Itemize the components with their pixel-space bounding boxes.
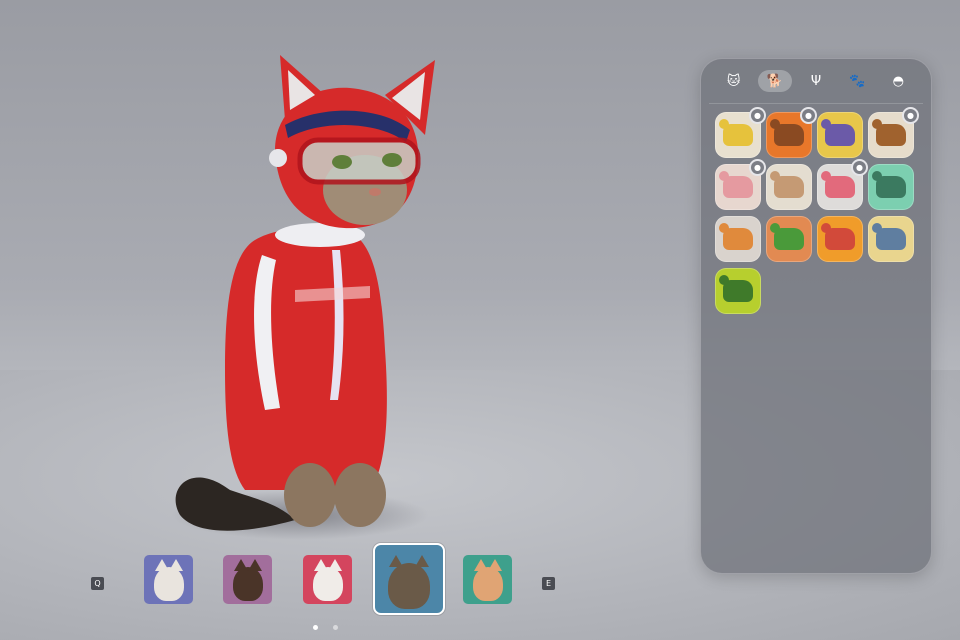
- pig-outfit-item[interactable]: ●: [715, 159, 766, 210]
- helmet-side-button: [269, 149, 287, 167]
- fox-outfit-icon: [719, 223, 753, 250]
- owned-cat-badge-icon: ●: [851, 159, 868, 176]
- chick-outfit-item[interactable]: ●: [715, 107, 766, 158]
- owned-cat-badge-icon: ●: [749, 107, 766, 124]
- tabby-cat-face: [388, 555, 430, 609]
- lobster-outfit-icon: [821, 223, 855, 250]
- paw-icon[interactable]: 🐾: [840, 70, 874, 92]
- puppy-outfit-icon: [872, 119, 906, 146]
- cat-head-icon[interactable]: 🐱: [717, 70, 751, 92]
- frog-outfit-item[interactable]: [766, 216, 812, 262]
- tortoiseshell-cat-thumbnail[interactable]: [223, 555, 272, 604]
- cat-paw-left: [284, 463, 336, 527]
- owned-cat-badge-icon: ●: [749, 159, 766, 176]
- tabby-cat-thumbnail[interactable]: [373, 543, 445, 615]
- cat-paw-right: [334, 463, 386, 527]
- ragdoll-cat-face: [153, 559, 184, 601]
- white-persian-cat-face: [312, 559, 343, 601]
- elephant-outfit-item[interactable]: [868, 216, 914, 262]
- cat-character[interactable]: [170, 50, 460, 540]
- pink-pig-outfit-item[interactable]: ●: [817, 159, 868, 210]
- turtle-outfit-icon: [872, 171, 906, 198]
- dog-sitting-icon[interactable]: 🐕: [757, 70, 792, 92]
- elephant-outfit-icon: [872, 223, 906, 250]
- outfit-grid: ● ● ● ● ●: [701, 104, 931, 322]
- antler-icon[interactable]: Ψ: [799, 70, 833, 92]
- hamster-outfit-item[interactable]: [766, 164, 812, 210]
- frog-outfit-icon: [770, 223, 804, 250]
- outfit-panel: 🐱 🐕 Ψ 🐾 ◓ ● ● ● ● ●: [700, 58, 932, 574]
- prev-key-hint[interactable]: Q: [91, 577, 104, 590]
- white-persian-cat-thumbnail[interactable]: [303, 555, 352, 604]
- bear-outfit-icon: [770, 119, 804, 146]
- category-tabs: 🐱 🐕 Ψ 🐾 ◓: [701, 59, 931, 103]
- owned-cat-badge-icon: ●: [902, 107, 919, 124]
- ragdoll-cat-thumbnail[interactable]: [144, 555, 193, 604]
- pink-pig-outfit-icon: [821, 171, 855, 198]
- next-key-hint[interactable]: E: [542, 577, 555, 590]
- dino-outfit-icon: [821, 119, 855, 146]
- page-dot[interactable]: [333, 625, 338, 630]
- turtle-outfit-item[interactable]: [868, 164, 914, 210]
- fox-outfit-item[interactable]: [715, 216, 761, 262]
- puppy-outfit-item[interactable]: ●: [868, 107, 919, 158]
- green-frog-outfit-item[interactable]: [715, 268, 761, 314]
- lobster-outfit-item[interactable]: [817, 216, 863, 262]
- racing-suit-body: [225, 228, 387, 490]
- bear-outfit-item[interactable]: ●: [766, 107, 817, 158]
- page-dot[interactable]: [313, 625, 318, 630]
- dino-outfit-item[interactable]: [817, 112, 863, 158]
- cat-nose: [369, 188, 381, 196]
- cat-eye-left: [332, 155, 352, 169]
- owned-cat-badge-icon: ●: [800, 107, 817, 124]
- chick-outfit-icon: [719, 119, 753, 146]
- cat-eye-right: [382, 153, 402, 167]
- tortoiseshell-cat-face: [232, 559, 263, 601]
- pig-outfit-icon: [719, 171, 753, 198]
- orange-cat-face: [472, 559, 503, 601]
- green-frog-outfit-icon: [719, 275, 753, 302]
- hat-icon[interactable]: ◓: [881, 70, 915, 92]
- hamster-outfit-icon: [770, 171, 804, 198]
- orange-cat-thumbnail[interactable]: [463, 555, 512, 604]
